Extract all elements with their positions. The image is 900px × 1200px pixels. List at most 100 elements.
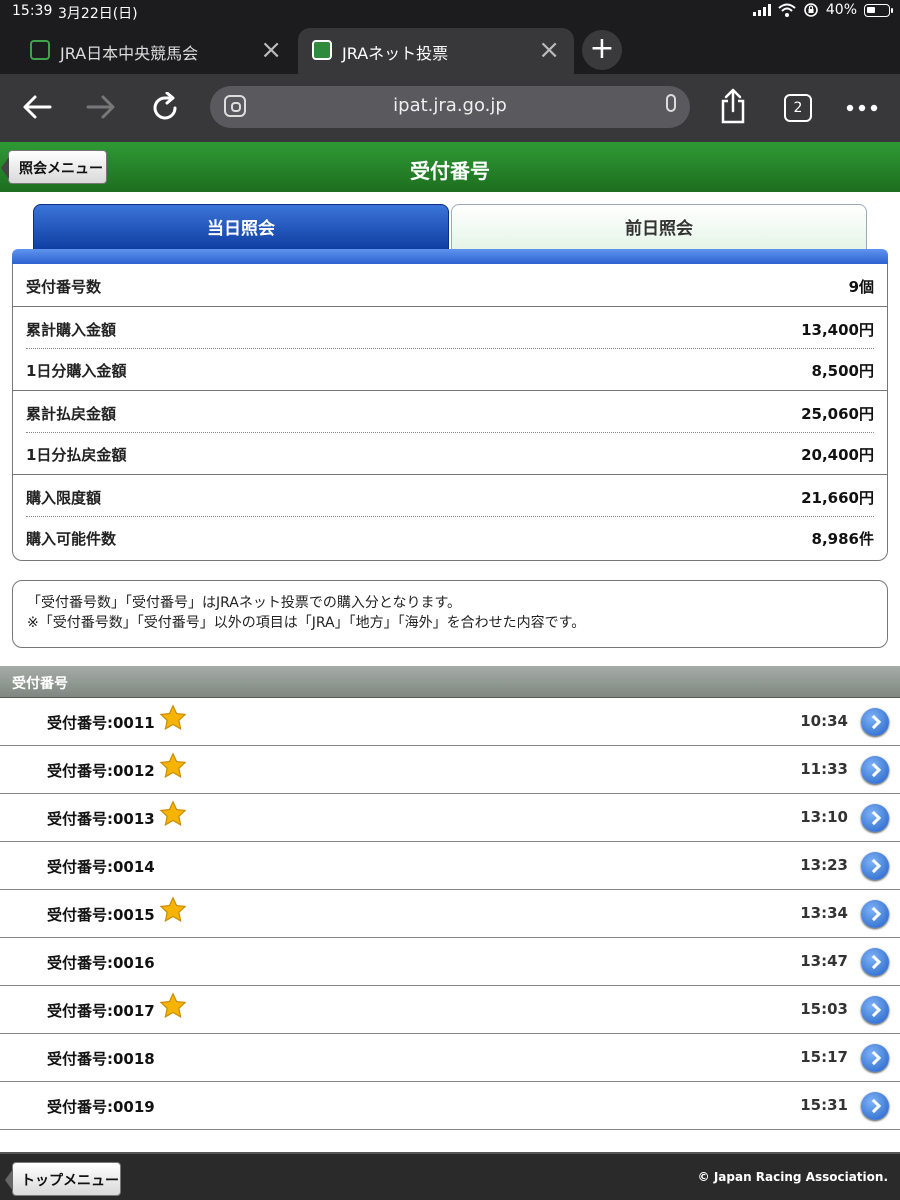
summary-row: 購入限度額 21,660円 bbox=[13, 474, 887, 516]
receipt-time: 11:33 bbox=[800, 760, 848, 778]
jra-favicon-icon bbox=[312, 40, 332, 60]
summary-label: 購入限度額 bbox=[26, 489, 102, 507]
chevron-right-icon[interactable] bbox=[861, 756, 889, 784]
battery-percent: 40% bbox=[825, 2, 857, 18]
receipt-row[interactable]: 受付番号:0016 13:47 bbox=[0, 938, 900, 986]
status-bar: 15:39 3月22日(日) 40% bbox=[0, 0, 900, 24]
receipt-row[interactable]: 受付番号:0013 13:10 bbox=[0, 794, 900, 842]
microphone-icon[interactable] bbox=[666, 94, 676, 112]
back-arrow-icon[interactable] bbox=[22, 94, 52, 120]
summary-value: 21,660円 bbox=[801, 489, 874, 507]
receipt-row[interactable]: 受付番号:0012 11:33 bbox=[0, 746, 900, 794]
chevron-right-icon[interactable] bbox=[861, 1044, 889, 1072]
receipt-time: 15:17 bbox=[800, 1048, 848, 1066]
receipt-label: 受付番号:0019 bbox=[47, 1098, 155, 1116]
receipt-label: 受付番号:0016 bbox=[47, 954, 155, 972]
summary-row: 購入可能件数 8,986件 bbox=[13, 516, 887, 558]
receipt-list: 受付番号:0011 10:34 受付番号:0012 11:33 受付番号:001… bbox=[0, 698, 900, 1130]
tab-switcher-button[interactable]: 2 bbox=[784, 94, 812, 122]
browser-toolbar: ipat.jra.go.jp 2 bbox=[0, 74, 900, 142]
star-icon bbox=[159, 992, 187, 1018]
receipt-time: 13:10 bbox=[800, 808, 848, 826]
star-icon bbox=[159, 704, 187, 730]
chevron-right-icon[interactable] bbox=[861, 852, 889, 880]
summary-value: 8,986件 bbox=[811, 530, 874, 548]
receipt-time: 13:47 bbox=[800, 952, 848, 970]
star-icon bbox=[159, 752, 187, 778]
receipt-row[interactable]: 受付番号:0014 13:23 bbox=[0, 842, 900, 890]
tab-underline bbox=[12, 249, 888, 265]
summary-label: 購入可能件数 bbox=[26, 530, 117, 548]
status-date: 3月22日(日) bbox=[58, 6, 138, 22]
receipt-label: 受付番号:0014 bbox=[47, 858, 155, 876]
tab-today-inquiry[interactable]: 当日照会 bbox=[33, 204, 449, 252]
receipt-row[interactable]: 受付番号:0011 10:34 bbox=[0, 698, 900, 746]
notice-line: ※「受付番号数」「受付番号」以外の項目は「JRA」「地方」「海外」を合わせた内容… bbox=[27, 615, 586, 631]
summary-value: 9個 bbox=[848, 278, 874, 296]
footer-bar: トップメニュー © Japan Racing Association. bbox=[0, 1152, 900, 1200]
jra-favicon-icon bbox=[30, 40, 50, 60]
browser-tab-ipat[interactable]: JRAネット投票 × bbox=[298, 28, 574, 74]
receipt-row[interactable]: 受付番号:0018 15:17 bbox=[0, 1034, 900, 1082]
page-header: 照会メニュー 受付番号 bbox=[0, 142, 900, 192]
receipt-label: 受付番号:0011 bbox=[47, 714, 155, 732]
summary-value: 25,060円 bbox=[801, 405, 874, 423]
summary-table: 受付番号数 9個 累計購入金額 13,400円 1日分購入金額 8,500円 累… bbox=[12, 264, 888, 561]
summary-row: 受付番号数 9個 bbox=[13, 264, 887, 306]
receipt-label: 受付番号:0015 bbox=[47, 906, 155, 924]
summary-value: 8,500円 bbox=[811, 362, 874, 380]
summary-label: 受付番号数 bbox=[26, 278, 102, 296]
summary-label: 1日分払戻金額 bbox=[26, 446, 127, 464]
chevron-right-icon[interactable] bbox=[861, 996, 889, 1024]
summary-label: 累計払戻金額 bbox=[26, 405, 117, 423]
receipt-label: 受付番号:0017 bbox=[47, 1002, 155, 1020]
close-tab-icon[interactable]: × bbox=[260, 35, 282, 65]
receipt-row[interactable]: 受付番号:0019 15:31 bbox=[0, 1082, 900, 1130]
receipt-label: 受付番号:0012 bbox=[47, 762, 155, 780]
notice-line: 「受付番号数」「受付番号」はJRAネット投票での購入分となります。 bbox=[27, 595, 462, 611]
page-title: 受付番号 bbox=[410, 159, 490, 183]
address-url: ipat.jra.go.jp bbox=[393, 95, 507, 116]
summary-row: 累計払戻金額 25,060円 bbox=[13, 390, 887, 432]
battery-icon bbox=[864, 3, 893, 17]
more-options-icon[interactable] bbox=[846, 104, 878, 112]
summary-label: 1日分購入金額 bbox=[26, 362, 127, 380]
chevron-right-icon[interactable] bbox=[861, 1092, 889, 1120]
receipt-label: 受付番号:0018 bbox=[47, 1050, 155, 1068]
summary-value: 20,400円 bbox=[801, 446, 874, 464]
star-icon bbox=[159, 800, 187, 826]
summary-label: 累計購入金額 bbox=[26, 321, 117, 339]
top-menu-button[interactable]: トップメニュー bbox=[5, 1162, 121, 1196]
wifi-icon bbox=[778, 3, 796, 17]
orientation-lock-icon bbox=[804, 3, 818, 17]
summary-row: 1日分購入金額 8,500円 bbox=[13, 348, 887, 390]
receipt-time: 15:31 bbox=[800, 1096, 848, 1114]
receipt-time: 13:23 bbox=[800, 856, 848, 874]
star-icon bbox=[159, 896, 187, 922]
chevron-right-icon[interactable] bbox=[861, 900, 889, 928]
chevron-right-icon[interactable] bbox=[861, 708, 889, 736]
receipt-label: 受付番号:0013 bbox=[47, 810, 155, 828]
share-icon[interactable] bbox=[718, 88, 748, 124]
reload-icon[interactable] bbox=[152, 92, 180, 122]
browser-tab-title: JRA日本中央競馬会 bbox=[60, 44, 199, 63]
new-tab-button[interactable]: + bbox=[582, 30, 622, 70]
tab-previous-day-inquiry[interactable]: 前日照会 bbox=[451, 204, 867, 252]
browser-tab-jra[interactable]: JRA日本中央競馬会 × bbox=[16, 28, 296, 74]
summary-row: 1日分払戻金額 20,400円 bbox=[13, 432, 887, 474]
receipt-time: 15:03 bbox=[800, 1000, 848, 1018]
copyright-text: © Japan Racing Association. bbox=[697, 1170, 888, 1184]
receipt-time: 13:34 bbox=[800, 904, 848, 922]
chevron-right-icon[interactable] bbox=[861, 804, 889, 832]
receipt-list-header: 受付番号 bbox=[0, 666, 900, 698]
cellular-signal-icon bbox=[752, 4, 771, 16]
summary-value: 13,400円 bbox=[801, 321, 874, 339]
address-bar[interactable]: ipat.jra.go.jp bbox=[210, 86, 690, 128]
receipt-row[interactable]: 受付番号:0017 15:03 bbox=[0, 986, 900, 1034]
receipt-row[interactable]: 受付番号:0015 13:34 bbox=[0, 890, 900, 938]
forward-arrow-icon[interactable] bbox=[86, 94, 116, 120]
close-tab-icon[interactable]: × bbox=[538, 35, 560, 65]
receipt-time: 10:34 bbox=[800, 712, 848, 730]
status-time: 15:39 bbox=[12, 3, 53, 19]
chevron-right-icon[interactable] bbox=[861, 948, 889, 976]
